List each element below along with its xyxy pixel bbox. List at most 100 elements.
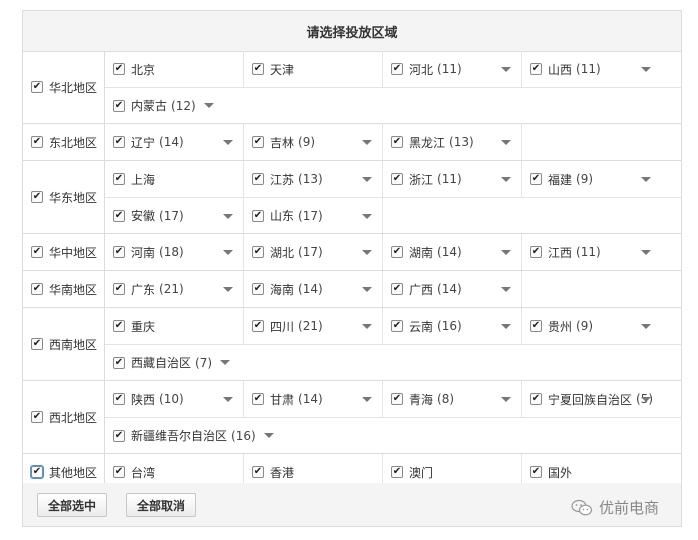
province-checkbox[interactable]: ✔ (530, 320, 542, 332)
province-item[interactable]: ✔ 广西 (14) (383, 271, 522, 307)
province-item[interactable]: ✔ 内蒙古 (12) (105, 88, 224, 123)
province-item[interactable]: ✔ 福建 (9) (522, 161, 661, 197)
province-checkbox[interactable]: ✔ (530, 63, 542, 75)
caret-down-icon[interactable] (362, 177, 372, 182)
region-checkbox[interactable]: ✔ (30, 465, 44, 479)
province-item[interactable]: ✔ 宁夏回族自治区 (5) (522, 381, 661, 417)
caret-down-icon[interactable] (362, 287, 372, 292)
province-checkbox[interactable]: ✔ (391, 173, 403, 185)
province-checkbox[interactable]: ✔ (113, 393, 125, 405)
province-checkbox[interactable]: ✔ (391, 246, 403, 258)
province-checkbox[interactable]: ✔ (530, 393, 542, 405)
province-item[interactable]: ✔ 贵州 (9) (522, 308, 661, 344)
caret-down-icon[interactable] (223, 397, 233, 402)
province-checkbox[interactable]: ✔ (252, 136, 264, 148)
province-checkbox[interactable]: ✔ (530, 173, 542, 185)
province-checkbox[interactable]: ✔ (252, 209, 264, 222)
province-checkbox[interactable]: ✔ (252, 466, 264, 478)
region-label[interactable]: ✔ 华东地区 (23, 161, 105, 233)
province-item[interactable]: ✔ 四川 (21) (244, 308, 383, 344)
caret-down-icon[interactable] (501, 177, 511, 182)
province-item[interactable]: ✔ 江苏 (13) (244, 161, 383, 197)
province-item[interactable]: ✔ 山东 (17) (244, 198, 383, 233)
province-checkbox[interactable]: ✔ (391, 393, 403, 405)
province-item[interactable]: ✔ 广东 (21) (105, 271, 244, 307)
region-checkbox[interactable]: ✔ (31, 338, 43, 350)
province-item[interactable]: ✔ 上海 (105, 161, 244, 197)
province-item[interactable]: ✔ 西藏自治区 (7) (105, 345, 240, 380)
province-checkbox[interactable]: ✔ (530, 466, 542, 478)
caret-down-icon[interactable] (501, 287, 511, 292)
province-item[interactable]: ✔ 湖南 (14) (383, 234, 522, 270)
province-checkbox[interactable]: ✔ (391, 320, 403, 332)
caret-down-icon[interactable] (501, 324, 511, 329)
region-checkbox[interactable]: ✔ (31, 81, 43, 93)
province-item[interactable]: ✔ 吉林 (9) (244, 124, 383, 160)
select-all-button[interactable]: 全部选中 (37, 493, 108, 517)
caret-down-icon[interactable] (223, 213, 233, 219)
caret-down-icon[interactable] (362, 324, 372, 329)
province-checkbox[interactable]: ✔ (252, 246, 264, 258)
caret-down-icon[interactable] (641, 250, 651, 255)
province-item[interactable]: ✔ 山西 (11) (522, 51, 661, 87)
province-item[interactable]: ✔ 新疆维吾尔自治区 (16) (105, 418, 284, 453)
province-item[interactable]: ✔ 青海 (8) (383, 381, 522, 417)
province-checkbox[interactable]: ✔ (252, 320, 264, 332)
province-item[interactable]: ✔ 浙江 (11) (383, 161, 522, 197)
province-checkbox[interactable]: ✔ (113, 466, 125, 478)
caret-down-icon[interactable] (501, 250, 511, 255)
province-item[interactable]: ✔ 陕西 (10) (105, 381, 244, 417)
caret-down-icon[interactable] (362, 213, 372, 219)
province-checkbox[interactable]: ✔ (113, 209, 125, 222)
province-checkbox[interactable]: ✔ (530, 246, 542, 258)
province-checkbox[interactable]: ✔ (113, 63, 125, 75)
caret-down-icon[interactable] (263, 433, 274, 438)
province-checkbox[interactable]: ✔ (113, 173, 125, 185)
region-label[interactable]: ✔ 华南地区 (23, 271, 105, 307)
region-checkbox[interactable]: ✔ (31, 191, 43, 203)
province-checkbox[interactable]: ✔ (252, 63, 264, 75)
province-item[interactable]: ✔ 湖北 (17) (244, 234, 383, 270)
region-label[interactable]: ✔ 华中地区 (23, 234, 105, 270)
province-checkbox[interactable]: ✔ (252, 173, 264, 185)
province-item[interactable]: ✔ 辽宁 (14) (105, 124, 244, 160)
region-label[interactable]: ✔ 西南地区 (23, 308, 105, 380)
caret-down-icon[interactable] (362, 250, 372, 255)
region-checkbox[interactable]: ✔ (31, 246, 43, 258)
caret-down-icon[interactable] (223, 250, 233, 255)
province-item[interactable]: ✔ 海南 (14) (244, 271, 383, 307)
province-checkbox[interactable]: ✔ (113, 99, 125, 112)
caret-down-icon[interactable] (501, 140, 511, 145)
province-checkbox[interactable]: ✔ (252, 283, 264, 295)
province-item[interactable]: ✔ 甘肃 (14) (244, 381, 383, 417)
region-label[interactable]: ✔ 华北地区 (23, 51, 105, 123)
province-checkbox[interactable]: ✔ (391, 136, 403, 148)
caret-down-icon[interactable] (220, 360, 231, 365)
province-item[interactable]: ✔ 安徽 (17) (105, 198, 244, 233)
caret-down-icon[interactable] (641, 67, 651, 72)
caret-down-icon[interactable] (501, 67, 511, 72)
province-item[interactable]: ✔ 云南 (16) (383, 308, 522, 344)
caret-down-icon[interactable] (641, 177, 651, 182)
province-item[interactable]: ✔ 河南 (18) (105, 234, 244, 270)
province-item[interactable]: ✔ 北京 (105, 51, 244, 87)
province-checkbox[interactable]: ✔ (252, 393, 264, 405)
caret-down-icon[interactable] (203, 103, 214, 108)
province-item[interactable]: ✔ 天津 (244, 51, 383, 87)
province-item[interactable]: ✔ 重庆 (105, 308, 244, 344)
region-checkbox[interactable]: ✔ (31, 136, 43, 148)
province-checkbox[interactable]: ✔ (113, 356, 125, 369)
province-checkbox[interactable]: ✔ (391, 63, 403, 75)
province-item[interactable]: ✔ 黑龙江 (13) (383, 124, 522, 160)
caret-down-icon[interactable] (641, 397, 651, 402)
region-checkbox[interactable]: ✔ (31, 283, 43, 295)
province-checkbox[interactable]: ✔ (113, 283, 125, 295)
region-label[interactable]: ✔ 东北地区 (23, 124, 105, 160)
deselect-all-button[interactable]: 全部取消 (126, 493, 197, 517)
caret-down-icon[interactable] (223, 140, 233, 145)
province-checkbox[interactable]: ✔ (391, 283, 403, 295)
region-label[interactable]: ✔ 西北地区 (23, 381, 105, 453)
caret-down-icon[interactable] (501, 397, 511, 402)
caret-down-icon[interactable] (641, 324, 651, 329)
caret-down-icon[interactable] (362, 140, 372, 145)
